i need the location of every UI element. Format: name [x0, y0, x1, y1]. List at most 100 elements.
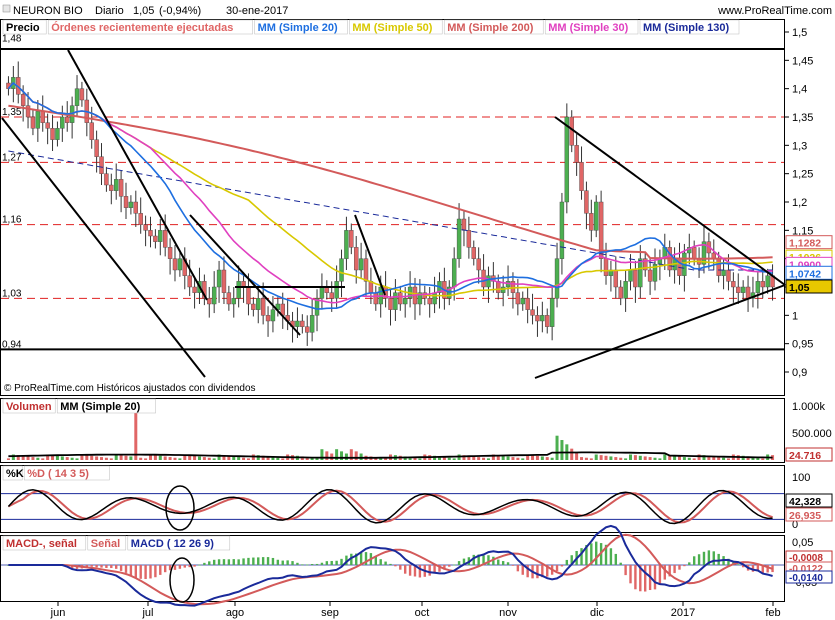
price-axis-label: 1 — [792, 310, 798, 322]
instrument-name: NEURON BIO — [13, 5, 83, 17]
macd-hist-bar — [119, 565, 123, 571]
candle-body — [354, 247, 359, 271]
macd-hist-bar — [115, 565, 118, 569]
macd-hist-bar — [261, 557, 265, 565]
candle-body — [461, 218, 467, 231]
macd-hist-bar — [90, 565, 93, 567]
macd-hist-bar — [580, 548, 583, 565]
volume-bar — [158, 455, 162, 460]
volume-bar — [95, 456, 99, 460]
volume-bar — [643, 456, 647, 460]
macd-hist-bar — [619, 562, 622, 565]
macd-hist-bar — [212, 559, 216, 565]
candle-body — [295, 320, 300, 327]
macd-hist-bar — [252, 557, 255, 565]
candle-body — [579, 162, 584, 191]
macd-hist-bar — [247, 557, 250, 565]
volume-bar — [325, 451, 329, 460]
candle-body — [192, 286, 197, 293]
time-axis-label: nov — [499, 607, 517, 619]
macd-hist-bar — [198, 564, 201, 566]
price-panel[interactable] — [0, 19, 785, 396]
macd-hist-bar — [663, 565, 666, 580]
volume-bar — [207, 457, 211, 460]
macd-hist-bar — [595, 541, 598, 565]
price-axis-label: 1,4 — [792, 84, 807, 96]
volume-bar — [511, 457, 515, 460]
volume-bar — [178, 458, 182, 460]
candle-body — [187, 275, 192, 288]
macd-axis-label: 0,05 — [792, 537, 813, 549]
candle-body — [153, 235, 158, 242]
volume-bar — [359, 453, 363, 460]
volume-bar — [555, 435, 559, 460]
volume-bar — [173, 457, 177, 460]
macd-hist-bar — [325, 561, 329, 565]
price-axis-label: 0,9 — [792, 367, 807, 379]
volume-bar — [31, 457, 35, 460]
price-tag-text: 1,05 — [789, 282, 810, 294]
candle-body — [520, 298, 525, 305]
macd-hist-bar — [271, 557, 275, 565]
candle-body — [584, 190, 589, 214]
macd-hist-bar — [227, 559, 231, 565]
volume-bar — [589, 458, 593, 460]
volume-axis-label: 500.000 — [792, 428, 832, 440]
macd-hist-bar — [144, 565, 147, 580]
macd-hist-bar — [335, 560, 338, 565]
legend-label: MM (Simple 50) — [352, 22, 432, 34]
volume-bar — [663, 454, 667, 460]
legend-label: MM (Simple 130) — [643, 22, 730, 34]
candle-body — [515, 292, 521, 305]
candle-body — [618, 286, 623, 299]
legend-label: MACD-, señal — [6, 538, 77, 550]
volume-bar — [237, 457, 241, 460]
price-change: (-0,94%) — [159, 5, 201, 17]
candle-body — [554, 258, 560, 299]
volume-bar — [599, 455, 603, 460]
stoch-axis-label: 100 — [792, 472, 810, 484]
macd-hist-bar — [193, 565, 196, 567]
volume-bar — [570, 448, 574, 460]
macd-hist-bar — [379, 559, 382, 565]
macd-hist-bar — [124, 565, 128, 573]
candle-body — [143, 224, 148, 231]
macd-hist-bar — [134, 565, 137, 578]
macd-hist-bar — [717, 553, 720, 565]
macd-hist-bar — [266, 557, 270, 565]
macd-hist-bar — [560, 565, 564, 567]
candle-body — [388, 298, 393, 310]
volume-bar — [144, 458, 148, 460]
candle-body — [564, 116, 570, 203]
candle-body — [226, 292, 232, 305]
volume-bar — [614, 457, 618, 460]
macd-hist-bar — [555, 565, 559, 572]
volume-bar — [65, 457, 69, 460]
volume-bar — [604, 455, 608, 460]
candle-body — [760, 281, 765, 288]
candle-body — [251, 303, 256, 310]
candle-body — [256, 298, 261, 310]
last-price: 1,05 — [133, 5, 154, 17]
expand-icon[interactable] — [2, 4, 11, 13]
candle-body — [329, 292, 334, 299]
volume-bar — [139, 457, 143, 460]
volume-bar — [70, 457, 74, 460]
macd-hist-bar — [159, 565, 162, 575]
candle-body — [736, 286, 741, 293]
volume-bar — [6, 458, 10, 460]
volume-bar — [104, 457, 108, 460]
legend-label: MACD ( 12 26 9) — [131, 538, 214, 550]
macd-hist-bar — [688, 562, 691, 565]
macd-hist-bar — [418, 565, 422, 578]
volume-bar — [761, 458, 765, 460]
macd-hist-bar — [712, 551, 715, 565]
volume-bar — [163, 456, 167, 460]
volume-bar — [477, 457, 481, 460]
candle-body — [45, 122, 50, 129]
candle-body — [486, 275, 491, 288]
macd-hist-bar — [536, 565, 539, 579]
candle-body — [358, 258, 364, 271]
volume-bar — [447, 457, 451, 460]
period-label: Diario — [95, 5, 124, 17]
